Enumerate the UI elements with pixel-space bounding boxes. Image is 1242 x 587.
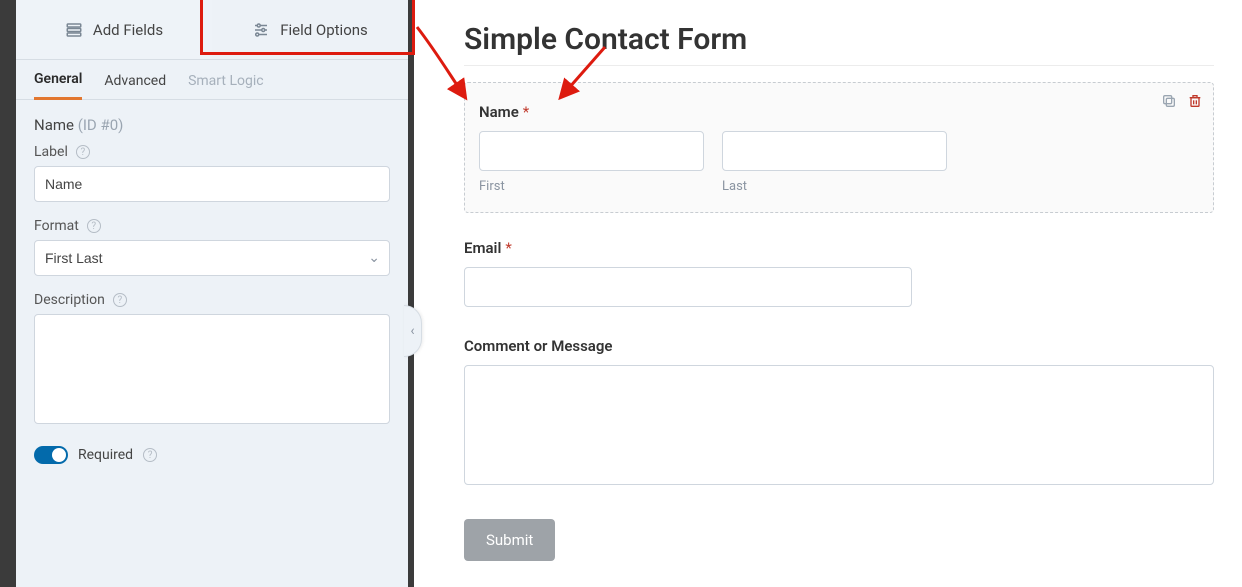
- panel-body: Name (ID #0) Label ? Format ? ⌄: [16, 100, 408, 474]
- format-label: Format: [34, 218, 79, 234]
- add-fields-icon: [65, 21, 83, 39]
- email-input[interactable]: [464, 267, 912, 307]
- required-asterisk: *: [505, 239, 511, 257]
- format-row: Format ? ⌄: [34, 218, 390, 276]
- field-name-label: Name*: [479, 103, 1199, 121]
- sliders-icon: [252, 21, 270, 39]
- subtab-general[interactable]: General: [34, 71, 82, 100]
- description-textarea[interactable]: [34, 314, 390, 424]
- field-comment-label: Comment or Message: [464, 337, 1214, 355]
- field-actions: [1161, 93, 1203, 109]
- wp-admin-sidebar: [0, 0, 16, 587]
- tab-add-fields-label: Add Fields: [93, 21, 163, 39]
- panel-heading-id: (ID #0): [78, 116, 124, 134]
- comment-textarea[interactable]: [464, 365, 1214, 485]
- label-label: Label: [34, 144, 68, 160]
- name-last-input[interactable]: [722, 131, 947, 171]
- chevron-left-icon: ‹: [410, 323, 414, 339]
- name-last-sublabel: Last: [722, 179, 947, 194]
- panel-top-tabs: Add Fields Field Options: [16, 0, 408, 60]
- required-toggle[interactable]: [34, 446, 68, 464]
- help-icon[interactable]: ?: [76, 145, 90, 159]
- name-first-input[interactable]: [479, 131, 704, 171]
- duplicate-icon[interactable]: [1161, 93, 1177, 109]
- panel-heading: Name (ID #0): [34, 116, 390, 134]
- panel-sub-tabs: General Advanced Smart Logic: [16, 60, 408, 100]
- tab-field-options[interactable]: Field Options: [212, 0, 408, 59]
- delete-icon[interactable]: [1187, 93, 1203, 109]
- description-row: Description ?: [34, 292, 390, 428]
- field-email[interactable]: Email*: [464, 239, 1214, 307]
- label-row: Label ?: [34, 144, 390, 202]
- tab-field-options-label: Field Options: [280, 21, 368, 39]
- form-title[interactable]: Simple Contact Form: [464, 22, 1214, 57]
- field-email-label: Email*: [464, 239, 1214, 257]
- submit-button[interactable]: Submit: [464, 519, 555, 561]
- panel-heading-name: Name: [34, 116, 74, 134]
- field-email-label-text: Email: [464, 239, 501, 257]
- help-icon[interactable]: ?: [87, 219, 101, 233]
- name-first-sublabel: First: [479, 179, 704, 194]
- field-options-panel: Add Fields Field Options General Advance…: [16, 0, 414, 587]
- help-icon[interactable]: ?: [143, 448, 157, 462]
- help-icon[interactable]: ?: [113, 293, 127, 307]
- field-comment[interactable]: Comment or Message: [464, 337, 1214, 489]
- form-preview: Simple Contact Form: [414, 0, 1242, 587]
- required-row: Required ?: [34, 446, 390, 464]
- description-label: Description: [34, 292, 105, 308]
- divider: [464, 65, 1214, 66]
- subtab-smart-logic[interactable]: Smart Logic: [188, 73, 263, 99]
- required-asterisk: *: [523, 103, 529, 121]
- field-name[interactable]: Name* First Last: [464, 82, 1214, 213]
- subtab-advanced[interactable]: Advanced: [104, 73, 166, 99]
- label-input[interactable]: [34, 166, 390, 202]
- required-label: Required: [78, 447, 133, 463]
- format-select[interactable]: [34, 240, 390, 276]
- field-name-label-text: Name: [479, 103, 519, 121]
- tab-add-fields[interactable]: Add Fields: [16, 0, 212, 59]
